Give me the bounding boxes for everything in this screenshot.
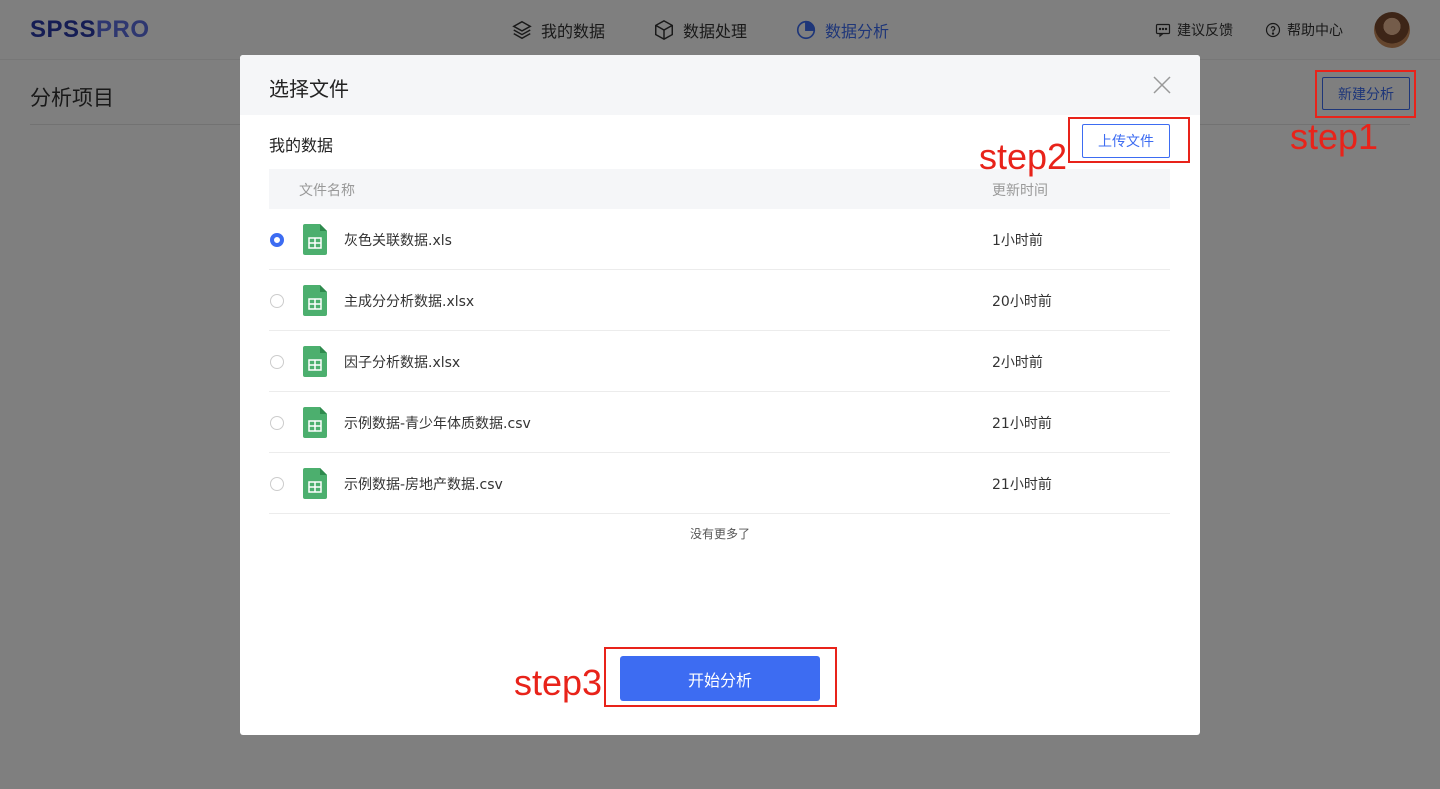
annotation-box-step2: [1068, 117, 1190, 163]
file-time: 1小时前: [992, 233, 1043, 249]
file-name: 因子分析数据.xlsx: [344, 355, 461, 371]
file-time: 2小时前: [992, 355, 1043, 371]
dialog-title: 选择文件: [269, 77, 349, 101]
file-time: 21小时前: [992, 477, 1052, 493]
radio-unselected[interactable]: [270, 355, 284, 369]
column-header-time: 更新时间: [992, 183, 1048, 199]
annotation-box-step1: [1315, 70, 1416, 118]
annotation-step3: step3: [514, 662, 603, 703]
file-time: 21小时前: [992, 416, 1052, 432]
annotation-step2: step2: [979, 136, 1068, 177]
radio-unselected[interactable]: [270, 477, 284, 491]
close-icon[interactable]: [1150, 73, 1174, 97]
table-row[interactable]: 主成分分析数据.xlsx 20小时前: [269, 270, 1170, 331]
section-label: 我的数据: [269, 136, 334, 155]
file-name: 灰色关联数据.xls: [344, 233, 452, 249]
table-row[interactable]: 示例数据-青少年体质数据.csv 21小时前: [269, 392, 1170, 453]
radio-unselected[interactable]: [270, 294, 284, 308]
spreadsheet-file-icon: [303, 468, 327, 499]
annotation-step1: step1: [1290, 116, 1379, 157]
spreadsheet-file-icon: [303, 407, 327, 438]
dialog-header: 选择文件: [240, 55, 1200, 115]
spreadsheet-file-icon: [303, 224, 327, 255]
spreadsheet-file-icon: [303, 346, 327, 377]
spreadsheet-file-icon: [303, 285, 327, 316]
file-name: 示例数据-房地产数据.csv: [344, 477, 503, 493]
file-time: 20小时前: [992, 294, 1052, 310]
no-more-text: 没有更多了: [689, 527, 750, 541]
file-name: 主成分分析数据.xlsx: [344, 294, 475, 310]
column-header-name: 文件名称: [299, 183, 355, 199]
table-row[interactable]: 灰色关联数据.xls 1小时前: [269, 209, 1170, 270]
annotation-box-step3: [604, 647, 837, 707]
file-name: 示例数据-青少年体质数据.csv: [344, 416, 531, 432]
table-row[interactable]: 因子分析数据.xlsx 2小时前: [269, 331, 1170, 392]
radio-unselected[interactable]: [270, 416, 284, 430]
radio-selected[interactable]: [270, 233, 284, 247]
table-row[interactable]: 示例数据-房地产数据.csv 21小时前: [269, 453, 1170, 514]
